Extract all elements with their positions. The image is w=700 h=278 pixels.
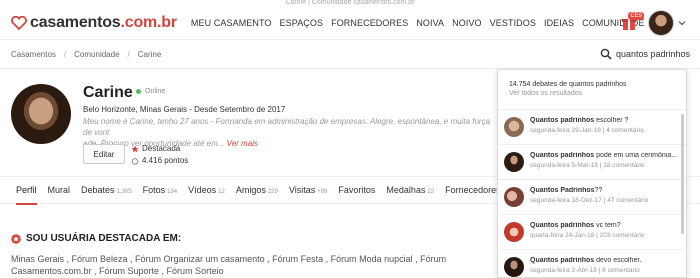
breadcrumb-bar: Casamentos / Comunidade / Carine (0, 41, 700, 69)
header-icons: CE9 (620, 10, 686, 36)
search-box (600, 48, 700, 60)
tab-count: 229 (267, 189, 278, 195)
online-label: Online (145, 88, 166, 95)
tab-medalhas[interactable]: Medalhas 22 (386, 176, 434, 204)
featured-title-text: SOU USUÁRIA DESTACADA EM: (26, 233, 182, 244)
star-icon (131, 144, 139, 152)
suggestion-item[interactable]: Quantos Padrinhos?? segunda-feira 18-Dez… (498, 180, 686, 215)
tab-count: 22 (427, 189, 435, 195)
nav-fornecedores[interactable]: FORNECEDORES (331, 18, 408, 28)
suggestion-avatar (504, 222, 524, 242)
profile-avatar[interactable] (11, 84, 71, 144)
tab-perfil[interactable]: Perfil (16, 176, 37, 205)
suggestion-item[interactable]: Quantos padrinhos vc tem? quarta-feira 2… (498, 215, 686, 250)
suggestion-meta: segunda-feira 2-Abr-18 | 8 comentário (530, 267, 640, 274)
tab-debates[interactable]: Debates 1.305 (81, 176, 132, 204)
featured-forums-line-2[interactable]: Casamentos.com.br , Fórum Suporte , Fóru… (11, 265, 491, 277)
tab-amigos[interactable]: Amigos 229 (236, 176, 278, 204)
bio-line-1: Meu nome é Carine, tenho 27 anos - Forma… (83, 117, 491, 137)
nav-noivo[interactable]: NOIVO (452, 18, 482, 28)
tab-count: 134 (167, 189, 178, 195)
featured-badge-icon (11, 233, 21, 244)
tab-fornecedores[interactable]: Fornecedores (445, 176, 501, 204)
medal-icon (131, 157, 139, 165)
suggestion-item[interactable]: Quantos padrinhos pode em uma cerimônia.… (498, 145, 686, 180)
see-more-link[interactable]: Ver mais (227, 139, 258, 148)
suggestion-avatar (504, 152, 524, 172)
online-dot-icon (136, 89, 141, 94)
tab-mural[interactable]: Mural (48, 176, 71, 204)
tab-favoritos[interactable]: Favoritos (338, 176, 375, 204)
search-input[interactable] (616, 49, 700, 59)
site-header: casamentos.com.br MEU CASAMENTO ESPAÇOS … (0, 6, 700, 40)
suggestion-title: Quantos padrinhos escolher ? (530, 117, 629, 124)
gift-icon[interactable]: CE9 (620, 12, 644, 32)
suggestion-title: Quantos padrinhos pode em uma cerimônia.… (530, 152, 678, 159)
breadcrumb-casamentos[interactable]: Casamentos (11, 50, 56, 59)
suggestion-meta: segunda-feira 29-Jan-18 | 4 comentário (530, 127, 644, 134)
online-status: Online (136, 88, 165, 95)
suggestion-title: Quantos padrinhos vc tem? (530, 222, 621, 229)
breadcrumb-comunidade[interactable]: Comunidade (74, 50, 119, 59)
suggestion-meta: quarta-feira 24-Jan-18 | 203 comentário (530, 232, 645, 239)
user-avatar[interactable] (648, 10, 674, 36)
suggestion-title: Quantos Padrinhos?? (530, 187, 603, 194)
nav-noiva[interactable]: NOIVA (416, 18, 444, 28)
featured-label: Destacada (142, 144, 181, 153)
breadcrumb-carine: Carine (137, 50, 162, 59)
site-logo[interactable]: casamentos.com.br (11, 14, 177, 32)
suggestion-item[interactable]: Quantos padrinhos devo escolher. segunda… (498, 250, 686, 277)
tab-count: 12 (218, 189, 225, 195)
points-label: 4.416 pontos (142, 156, 189, 165)
main-nav: MEU CASAMENTO ESPAÇOS FORNECEDORES NOIVA… (191, 18, 653, 28)
breadcrumb-separator: / (63, 50, 67, 59)
featured-forums: Minas Gerais , Fórum Beleza , Fórum Orga… (11, 253, 491, 277)
profile-location: Belo Horizonte, Minas Gerais - Desde Set… (83, 105, 286, 114)
logo-text: casamentos.com.br (30, 13, 177, 31)
chevron-down-icon[interactable] (678, 19, 686, 27)
suggestion-avatar (504, 257, 524, 277)
featured-forums-line-1[interactable]: Minas Gerais , Fórum Beleza , Fórum Orga… (11, 253, 491, 265)
tab-count: 1.305 (116, 189, 132, 195)
suggestion-title: Quantos padrinhos devo escolher. (530, 257, 642, 264)
see-all-results-link[interactable]: Ver todos os resultados (509, 90, 675, 97)
suggestion-avatar (504, 187, 524, 207)
breadcrumb-separator: / (127, 50, 130, 59)
dropdown-scrollbar[interactable] (681, 114, 684, 234)
search-suggestions-dropdown: 14.754 debates de quantos padrinhos Ver … (497, 69, 687, 278)
suggestion-item[interactable]: Quantos padrinhos escolher ? segunda-fei… (498, 110, 686, 145)
tab-visitas[interactable]: Visitas +99 (289, 176, 328, 204)
points-count: 4.416 pontos (131, 156, 188, 165)
suggestion-meta: segunda-feira 5-Mar-18 | 18 comentário (530, 162, 645, 169)
breadcrumb: Casamentos / Comunidade / Carine (11, 50, 161, 59)
nav-espacos[interactable]: ESPAÇOS (280, 18, 324, 28)
profile-name: Carine (83, 84, 133, 101)
dropdown-header: 14.754 debates de quantos padrinhos Ver … (498, 70, 686, 110)
nav-ideias[interactable]: IDEIAS (544, 18, 574, 28)
tab-count: +99 (317, 189, 328, 195)
tab-videos[interactable]: Vídeos 12 (188, 176, 225, 204)
suggestion-meta: segunda-feira 18-Dez-17 | 47 comentário (530, 197, 649, 204)
nav-vestidos[interactable]: VESTIDOS (490, 18, 536, 28)
results-count: 14.754 debates de quantos padrinhos (509, 81, 627, 88)
edit-profile-button[interactable]: Editar (83, 144, 125, 164)
suggestion-avatar (504, 117, 524, 137)
notification-badge: CE9 (628, 12, 644, 20)
heart-logo-icon (11, 15, 27, 30)
nav-meu-casamento[interactable]: MEU CASAMENTO (191, 18, 272, 28)
featured-badge: Destacada (131, 144, 180, 153)
tab-fotos[interactable]: Fotos 134 (143, 176, 178, 204)
search-icon[interactable] (600, 48, 612, 60)
featured-section-title: SOU USUÁRIA DESTACADA EM: (11, 233, 181, 244)
